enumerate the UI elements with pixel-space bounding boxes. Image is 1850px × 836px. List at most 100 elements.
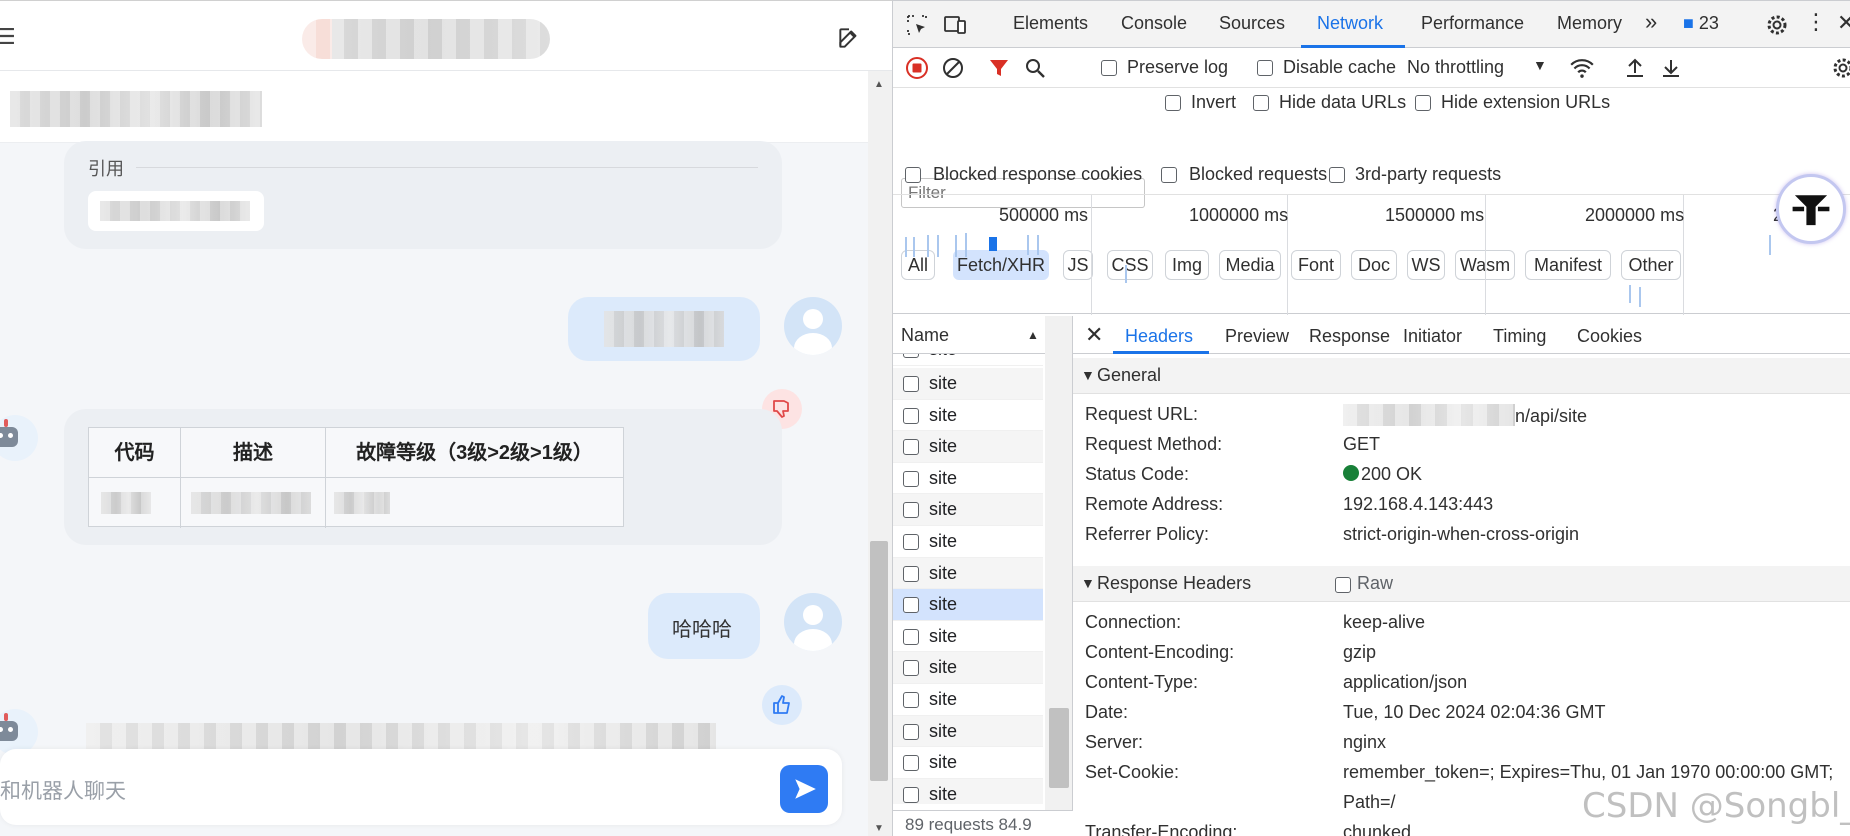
tab-network[interactable]: Network	[1317, 13, 1383, 34]
menu-icon[interactable]: ☰	[0, 25, 16, 50]
header-value: nginx	[1343, 732, 1387, 752]
issues-badge[interactable]: ■ 23	[1683, 13, 1719, 34]
status-code-value: 200 OK	[1343, 464, 1422, 485]
tab-cookies[interactable]: Cookies	[1577, 326, 1642, 347]
throttling-select[interactable]: No throttling	[1407, 57, 1504, 78]
row-checkbox[interactable]	[903, 755, 919, 772]
request-name: site	[929, 562, 958, 583]
request-row[interactable]: site	[893, 368, 1043, 400]
search-icon[interactable]	[1023, 56, 1047, 80]
request-row[interactable]: site	[893, 400, 1043, 432]
network-settings-icon[interactable]	[1831, 56, 1850, 80]
disable-cache-checkbox[interactable]	[1257, 60, 1273, 76]
table-cell	[181, 478, 326, 528]
row-checkbox[interactable]	[903, 597, 919, 614]
row-checkbox[interactable]	[903, 692, 919, 708]
tab-elements[interactable]: Elements	[1013, 13, 1088, 34]
preserve-log-checkbox[interactable]	[1101, 60, 1117, 76]
settings-icon[interactable]	[1765, 13, 1789, 37]
tab-memory[interactable]: Memory	[1557, 13, 1622, 34]
send-icon	[795, 779, 816, 799]
request-row[interactable]: site	[893, 463, 1043, 495]
scroll-down-icon[interactable]: ▼	[874, 823, 884, 834]
row-checkbox[interactable]	[903, 439, 919, 456]
send-button[interactable]	[780, 765, 828, 813]
user-message-text: 哈哈哈	[672, 619, 732, 641]
sort-ascending-icon[interactable]: ▲	[1027, 328, 1039, 342]
chat-input[interactable]: 和机器人聊天	[0, 775, 126, 805]
tab-timing[interactable]: Timing	[1493, 326, 1546, 347]
request-row[interactable]: site	[893, 715, 1043, 748]
close-devtools-icon[interactable]: ✕	[1837, 10, 1850, 36]
request-row[interactable]: site	[893, 747, 1043, 779]
invert-checkbox[interactable]	[1165, 95, 1181, 111]
request-row-partial[interactable]: site	[893, 354, 1043, 366]
tab-preview[interactable]: Preview	[1225, 326, 1289, 347]
user-message-bubble	[568, 297, 760, 361]
blocked-response-cookies-checkbox[interactable]	[905, 167, 921, 183]
third-party-requests-checkbox[interactable]	[1329, 167, 1345, 183]
like-button[interactable]	[762, 685, 802, 725]
raw-checkbox[interactable]	[1335, 577, 1351, 593]
record-stop-icon[interactable]	[905, 56, 929, 80]
screen: ☰ 引用	[0, 0, 1850, 836]
device-toolbar-icon[interactable]	[943, 13, 967, 37]
more-options-icon[interactable]: ⋮	[1805, 9, 1827, 35]
header-value: chunked	[1343, 822, 1412, 836]
tab-console[interactable]: Console	[1121, 13, 1187, 34]
network-timeline[interactable]: 500000 ms 1000000 ms 1500000 ms 2000000 …	[893, 194, 1850, 315]
more-tabs-icon[interactable]: »	[1645, 9, 1657, 35]
clear-icon[interactable]	[941, 56, 965, 80]
row-checkbox[interactable]	[903, 786, 919, 803]
header-value-continued: Path=/	[1343, 792, 1396, 812]
row-checkbox[interactable]	[903, 628, 919, 645]
resource-type-filters: All Fetch/XHR JS CSS Img Media Font Doc …	[893, 124, 1850, 280]
request-row[interactable]: site	[893, 778, 1043, 804]
header-value: remember_token=; Expires=Thu, 01 Jan 197…	[1343, 762, 1834, 782]
request-row-selected[interactable]: site	[893, 589, 1043, 621]
tab-performance[interactable]: Performance	[1421, 13, 1524, 34]
close-detail-icon[interactable]: ✕	[1085, 322, 1103, 348]
inspect-element-icon[interactable]	[905, 13, 929, 37]
request-list-scroll-thumb[interactable]	[1049, 708, 1069, 788]
request-row[interactable]: site	[893, 526, 1043, 558]
divider	[136, 167, 758, 168]
row-checkbox[interactable]	[903, 723, 919, 740]
scroll-up-icon[interactable]: ▲	[874, 79, 884, 90]
tab-response[interactable]: Response	[1309, 326, 1390, 347]
tab-sources[interactable]: Sources	[1219, 13, 1285, 34]
general-section-header[interactable]: ▼ General	[1073, 358, 1850, 394]
request-row[interactable]: site	[893, 652, 1043, 684]
hide-extension-urls-checkbox[interactable]	[1415, 95, 1431, 111]
raw-label: Raw	[1357, 573, 1394, 593]
request-row[interactable]: site	[893, 557, 1043, 590]
export-har-icon[interactable]	[1659, 56, 1683, 80]
blocked-requests-checkbox[interactable]	[1161, 167, 1177, 183]
new-chat-icon[interactable]	[836, 25, 862, 51]
user-message-bubble: 哈哈哈	[648, 593, 760, 659]
filter-icon[interactable]	[987, 56, 1011, 80]
header-value: Tue, 10 Dec 2024 02:04:36 GMT	[1343, 702, 1606, 722]
response-headers-section-header[interactable]: ▼ Response Headers Raw	[1073, 566, 1850, 602]
chat-input-bar[interactable]: 和机器人聊天	[0, 749, 842, 825]
row-checkbox[interactable]	[903, 534, 919, 550]
network-conditions-icon[interactable]	[1569, 55, 1595, 81]
hide-data-urls-checkbox[interactable]	[1253, 95, 1269, 111]
request-row[interactable]: site	[893, 684, 1043, 716]
row-checkbox[interactable]	[903, 407, 919, 424]
header-key: Connection:	[1085, 612, 1182, 632]
request-row[interactable]: site	[893, 431, 1043, 463]
row-checkbox[interactable]	[903, 470, 919, 487]
chevron-down-icon[interactable]: ▼	[1533, 57, 1547, 73]
tab-headers[interactable]: Headers	[1125, 326, 1193, 347]
row-checkbox[interactable]	[903, 565, 919, 582]
chat-scroll-thumb[interactable]	[870, 541, 888, 781]
request-row[interactable]: site	[893, 494, 1043, 526]
row-checkbox[interactable]	[903, 376, 919, 392]
request-row[interactable]: site	[893, 621, 1043, 653]
row-checkbox[interactable]	[903, 660, 919, 677]
import-har-icon[interactable]	[1623, 56, 1647, 80]
tab-initiator[interactable]: Initiator	[1403, 326, 1462, 347]
row-checkbox[interactable]	[903, 502, 919, 519]
floating-assistant-button[interactable]	[1776, 174, 1846, 244]
